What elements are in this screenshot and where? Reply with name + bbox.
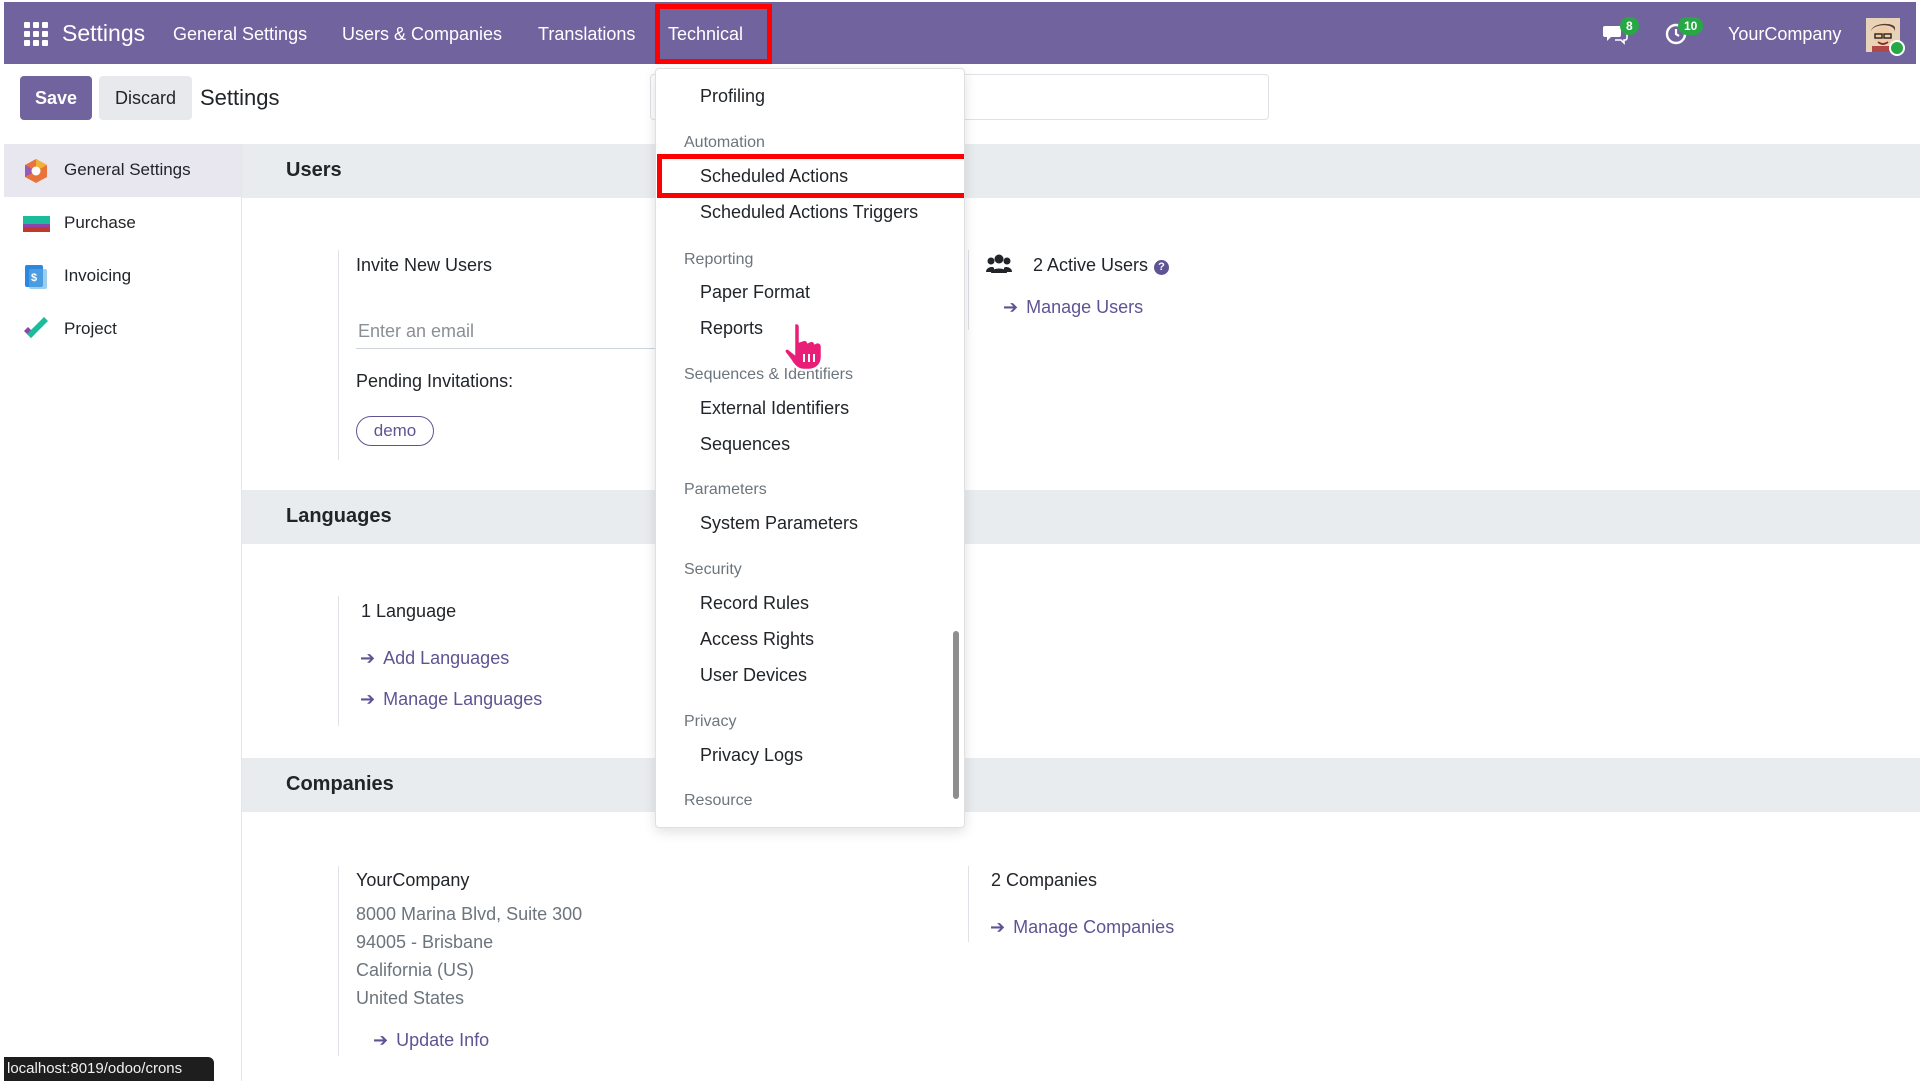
- menu-header-security: Security: [684, 561, 742, 578]
- settings-app-icon: [25, 159, 47, 183]
- language-count: 1 Language: [361, 601, 457, 621]
- project-app-icon: [24, 317, 48, 338]
- menu-item-privacy-logs[interactable]: Privacy Logs: [700, 745, 803, 766]
- discard-button[interactable]: Discard: [99, 76, 192, 120]
- hand-pointer-icon: [783, 321, 824, 372]
- sidebar-item-label: General Settings: [64, 160, 191, 179]
- arrow-right-icon: ➔: [360, 648, 376, 668]
- users-group-icon: [986, 254, 1012, 273]
- menu-header-resource: Resource: [684, 792, 753, 809]
- top-navbar: Settings General Settings Users & Compan…: [4, 2, 1916, 64]
- company-address-line: United States: [356, 988, 465, 1008]
- menu-item-user-devices[interactable]: User Devices: [700, 665, 807, 686]
- menu-item-reports[interactable]: Reports: [700, 318, 763, 339]
- manage-companies-link[interactable]: ➔ Manage Companies: [990, 917, 1174, 938]
- manage-languages-label: Manage Languages: [383, 689, 543, 709]
- sidebar-item-purchase[interactable]: Purchase: [4, 197, 241, 250]
- manage-users-link[interactable]: ➔ Manage Users: [1003, 297, 1143, 318]
- divider: [338, 250, 339, 460]
- active-users-text: 2 Active Users: [1033, 255, 1149, 275]
- menu-item-external-identifiers[interactable]: External Identifiers: [700, 398, 849, 419]
- activity-count-badge: 10: [1678, 17, 1704, 35]
- menu-header-reporting: Reporting: [684, 251, 754, 268]
- menu-translations[interactable]: Translations: [538, 24, 635, 45]
- technical-dropdown-menu: Profiling Automation Scheduled Actions S…: [655, 68, 965, 828]
- technical-menu-highlight: [655, 4, 772, 64]
- user-avatar[interactable]: [1866, 18, 1905, 56]
- company-name: YourCompany: [356, 870, 470, 890]
- divider: [968, 866, 969, 942]
- section-title: Companies: [286, 773, 394, 795]
- menu-item-access-rights[interactable]: Access Rights: [700, 629, 814, 650]
- section-title: Users: [286, 159, 342, 181]
- page-title: Settings: [200, 85, 280, 110]
- apps-grid-icon[interactable]: [24, 22, 48, 46]
- arrow-right-icon: ➔: [990, 917, 1006, 937]
- company-address-line: 94005 - Brisbane: [356, 932, 494, 952]
- section-users-header: Users: [242, 144, 1920, 198]
- menu-header-privacy: Privacy: [684, 713, 737, 730]
- sidebar-item-general-settings[interactable]: General Settings: [4, 144, 241, 197]
- menu-item-sequences[interactable]: Sequences: [700, 434, 790, 455]
- company-switcher[interactable]: YourCompany: [1728, 24, 1841, 45]
- settings-sidebar: General Settings Purchase $ Invoicing Pr…: [4, 144, 242, 1081]
- help-icon[interactable]: ?: [1154, 260, 1170, 275]
- invite-email-input[interactable]: [356, 314, 660, 349]
- divider: [338, 596, 339, 726]
- menu-header-sequences: Sequences & Identifiers: [684, 366, 853, 383]
- purchase-app-icon: [23, 216, 50, 232]
- pending-invitations-label: Pending Invitations:: [356, 371, 514, 391]
- manage-languages-link[interactable]: ➔ Manage Languages: [360, 689, 542, 710]
- company-address-line: California (US): [356, 960, 475, 980]
- menu-general-settings[interactable]: General Settings: [173, 24, 307, 45]
- company-address-line: 8000 Marina Blvd, Suite 300: [356, 904, 583, 924]
- menu-item-paper-format[interactable]: Paper Format: [700, 282, 810, 303]
- menu-header-parameters: Parameters: [684, 481, 767, 498]
- manage-users-label: Manage Users: [1026, 297, 1144, 317]
- sidebar-item-label: Invoicing: [64, 266, 132, 285]
- status-bar-url: localhost:8019/odoo/crons: [4, 1057, 214, 1081]
- sidebar-item-label: Purchase: [64, 213, 136, 232]
- active-users-count: 2 Active Users?: [1033, 255, 1170, 276]
- invoicing-app-icon: $: [25, 265, 47, 289]
- invite-users-label: Invite New Users: [356, 255, 493, 275]
- sidebar-item-invoicing[interactable]: $ Invoicing: [4, 250, 241, 303]
- divider: [338, 866, 339, 1056]
- section-languages-header: Languages: [242, 490, 1920, 544]
- update-info-link[interactable]: ➔ Update Info: [373, 1030, 489, 1051]
- manage-companies-label: Manage Companies: [1013, 917, 1175, 937]
- pending-invitation-tag[interactable]: demo: [356, 416, 434, 446]
- dropdown-scrollbar[interactable]: [953, 631, 959, 799]
- sidebar-item-label: Project: [64, 319, 117, 338]
- menu-item-record-rules[interactable]: Record Rules: [700, 593, 809, 614]
- menu-item-profiling[interactable]: Profiling: [700, 86, 765, 107]
- section-companies-header: Companies: [242, 758, 1920, 812]
- menu-header-automation: Automation: [684, 134, 765, 151]
- app-brand[interactable]: Settings: [62, 20, 145, 47]
- update-info-label: Update Info: [396, 1030, 490, 1050]
- divider: [968, 250, 969, 330]
- menu-item-system-parameters[interactable]: System Parameters: [700, 513, 858, 534]
- add-languages-link[interactable]: ➔ Add Languages: [360, 648, 509, 669]
- section-title: Languages: [286, 505, 392, 527]
- scheduled-actions-highlight: [657, 154, 964, 198]
- svg-text:$: $: [31, 272, 37, 284]
- menu-users-companies[interactable]: Users & Companies: [342, 24, 502, 45]
- arrow-right-icon: ➔: [373, 1030, 389, 1050]
- chat-count-badge: 8: [1620, 17, 1639, 35]
- arrow-right-icon: ➔: [1003, 297, 1019, 317]
- add-languages-label: Add Languages: [383, 648, 510, 668]
- companies-count: 2 Companies: [991, 870, 1098, 890]
- arrow-right-icon: ➔: [360, 689, 376, 709]
- menu-item-scheduled-actions-triggers[interactable]: Scheduled Actions Triggers: [700, 202, 918, 223]
- save-button[interactable]: Save: [20, 76, 92, 120]
- sidebar-item-project[interactable]: Project: [4, 303, 241, 356]
- online-status-dot: [1889, 40, 1905, 56]
